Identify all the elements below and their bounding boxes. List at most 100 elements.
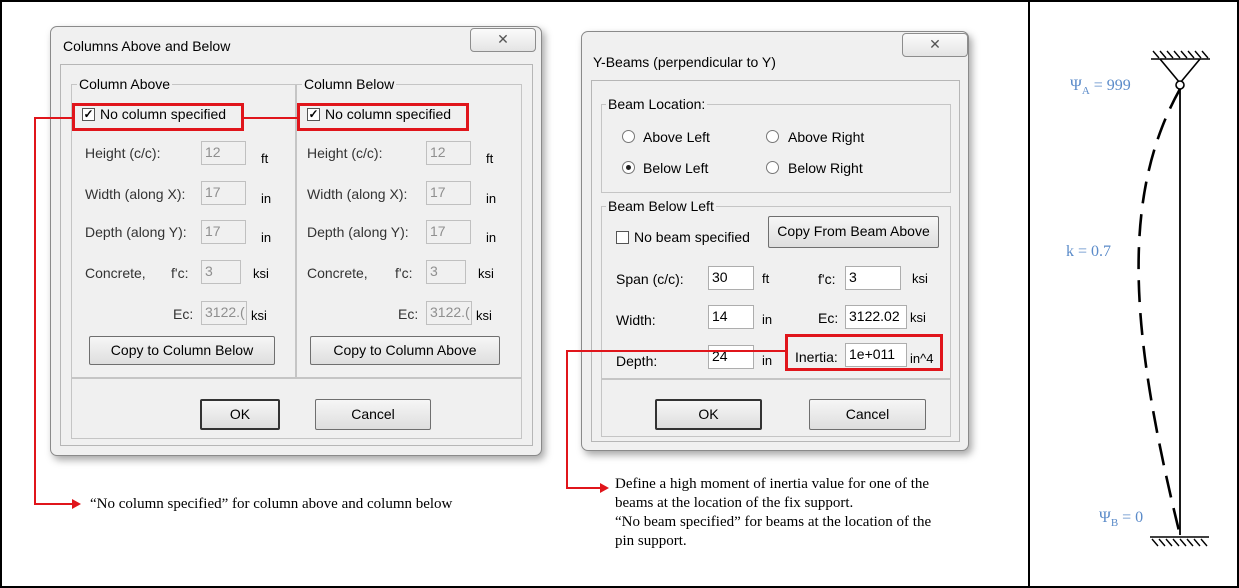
column-above-checkbox-highlight xyxy=(72,103,244,131)
callout-line-2 xyxy=(244,117,299,119)
column-below-width-field[interactable]: 17 xyxy=(426,181,471,205)
beam-fc-label: f'c: xyxy=(818,271,836,287)
inertia-highlight xyxy=(785,334,943,371)
copy-to-column-below-button[interactable]: Copy to Column Below xyxy=(89,336,275,365)
above-left-radio[interactable] xyxy=(622,130,635,143)
column-above-width-field[interactable]: 17 xyxy=(201,181,246,205)
beams-note-line-4: pin support. xyxy=(615,533,687,549)
above-right-radio[interactable] xyxy=(766,130,779,143)
top-hatch-icon xyxy=(1151,50,1210,60)
column-below-fc-unit: ksi xyxy=(478,266,494,281)
beam-width-unit: in xyxy=(762,312,773,327)
beams-ok-button[interactable]: OK xyxy=(655,399,762,430)
column-above-height-unit: ft xyxy=(261,151,269,166)
no-beam-specified-checkbox[interactable] xyxy=(616,231,629,244)
psi-a-label: ΨA = 999 xyxy=(1070,77,1131,98)
beam-location-group xyxy=(601,104,951,193)
column-above-width-unit: in xyxy=(261,191,272,206)
column-above-ec-field[interactable]: 3122.( xyxy=(201,301,247,325)
column-below-width-label: Width (along X): xyxy=(307,186,408,202)
beam-ec-unit: ksi xyxy=(910,310,926,325)
column-below-depth-field[interactable]: 17 xyxy=(426,220,471,244)
above-left-label: Above Left xyxy=(643,129,710,145)
bottom-hatch-icon xyxy=(1150,536,1209,547)
beam-depth-label: Depth: xyxy=(616,353,658,369)
beam-fc-field[interactable]: 3 xyxy=(845,266,901,290)
below-left-label: Below Left xyxy=(643,160,709,176)
column-above-ec-label: Ec: xyxy=(173,306,194,322)
beams-cancel-button[interactable]: Cancel xyxy=(809,399,926,430)
beam-width-label: Width: xyxy=(616,312,656,328)
beam-ec-label: Ec: xyxy=(818,310,839,326)
column-above-group-label: Column Above xyxy=(77,76,173,92)
span-label: Span (c/c): xyxy=(616,271,684,287)
beam-ec-field[interactable]: 3122.02 xyxy=(845,305,907,329)
columns-dialog: Columns Above and Below ✕ Column Above ✓… xyxy=(50,26,542,456)
beams-note: Define a high moment of inertia value fo… xyxy=(615,475,1015,551)
column-above-height-field[interactable]: 12 xyxy=(201,141,246,165)
no-beam-specified-label: No beam specified xyxy=(634,229,750,245)
column-below-depth-unit: in xyxy=(486,230,497,245)
copy-from-beam-above-button[interactable]: Copy From Beam Above xyxy=(768,216,939,248)
copy-to-column-above-button[interactable]: Copy to Column Above xyxy=(310,336,500,365)
close-icon: ✕ xyxy=(497,31,509,47)
below-right-radio[interactable] xyxy=(766,161,779,174)
psi-b-label: ΨB = 0 xyxy=(1099,509,1144,530)
above-right-label: Above Right xyxy=(788,129,865,145)
beams-dialog-title: Y-Beams (perpendicular to Y) xyxy=(593,54,776,70)
beam-width-field[interactable]: 14 xyxy=(708,305,754,329)
beam-depth-unit: in xyxy=(762,353,773,368)
callout-line-1 xyxy=(34,117,74,119)
buckled-shape xyxy=(1137,88,1182,536)
column-above-concrete-label: Concrete, xyxy=(85,265,146,281)
close-icon: ✕ xyxy=(929,36,941,52)
k-factor-label: k = 0.7 xyxy=(1066,243,1112,260)
below-left-radio[interactable] xyxy=(622,161,635,174)
columns-dialog-title: Columns Above and Below xyxy=(63,38,231,54)
beams-dialog-close-button[interactable]: ✕ xyxy=(902,33,968,57)
callout-line-4 xyxy=(34,503,74,505)
columns-dialog-footer xyxy=(71,378,522,439)
column-above-ec-unit: ksi xyxy=(251,308,267,323)
callout-line-6 xyxy=(566,350,568,489)
beam-depth-field[interactable]: 24 xyxy=(708,345,754,369)
columns-ok-button[interactable]: OK xyxy=(200,399,280,430)
callout-arrowhead-1 xyxy=(72,499,81,509)
callout-line-3 xyxy=(34,117,36,505)
column-below-ec-label: Ec: xyxy=(398,306,419,322)
column-above-depth-unit: in xyxy=(261,230,272,245)
column-below-depth-label: Depth (along Y): xyxy=(307,224,409,240)
column-below-group-label: Column Below xyxy=(302,76,397,92)
columns-dialog-close-button[interactable]: ✕ xyxy=(470,28,536,52)
buckled-column-sketch xyxy=(1137,50,1210,547)
beams-note-line-2: beams at the location of the fix support… xyxy=(615,495,854,511)
column-below-concrete-label: Concrete, xyxy=(307,265,368,281)
columns-note: “No column specified” for column above a… xyxy=(90,496,453,512)
column-below-fc-field[interactable]: 3 xyxy=(426,260,466,284)
span-unit: ft xyxy=(762,271,770,286)
column-below-height-unit: ft xyxy=(486,151,494,166)
column-above-fc-field[interactable]: 3 xyxy=(201,260,241,284)
column-above-width-label: Width (along X): xyxy=(85,186,186,202)
column-below-width-unit: in xyxy=(486,191,497,206)
column-below-ec-unit: ksi xyxy=(476,308,492,323)
below-right-label: Below Right xyxy=(788,160,863,176)
beam-below-left-group-label: Beam Below Left xyxy=(606,198,716,214)
column-above-fc-unit: ksi xyxy=(253,266,269,281)
beams-note-line-3: “No beam specified” for beams at the loc… xyxy=(615,514,932,530)
span-field[interactable]: 30 xyxy=(708,266,754,290)
columns-cancel-button[interactable]: Cancel xyxy=(315,399,431,430)
beams-dialog-client: Beam Location: Above Left Above Right Be… xyxy=(591,80,960,442)
column-below-checkbox-highlight xyxy=(297,103,469,131)
column-below-height-field[interactable]: 12 xyxy=(426,141,471,165)
column-above-height-label: Height (c/c): xyxy=(85,145,161,161)
column-above-fc-label: f'c: xyxy=(171,265,189,281)
column-below-fc-label: f'c: xyxy=(395,265,413,281)
column-above-depth-field[interactable]: 17 xyxy=(201,220,246,244)
beam-fc-unit: ksi xyxy=(912,271,928,286)
column-above-depth-label: Depth (along Y): xyxy=(85,224,187,240)
callout-line-7 xyxy=(566,487,602,489)
column-below-ec-field[interactable]: 3122.( xyxy=(426,301,472,325)
column-below-height-label: Height (c/c): xyxy=(307,145,383,161)
beams-note-line-1: Define a high moment of inertia value fo… xyxy=(615,476,930,492)
